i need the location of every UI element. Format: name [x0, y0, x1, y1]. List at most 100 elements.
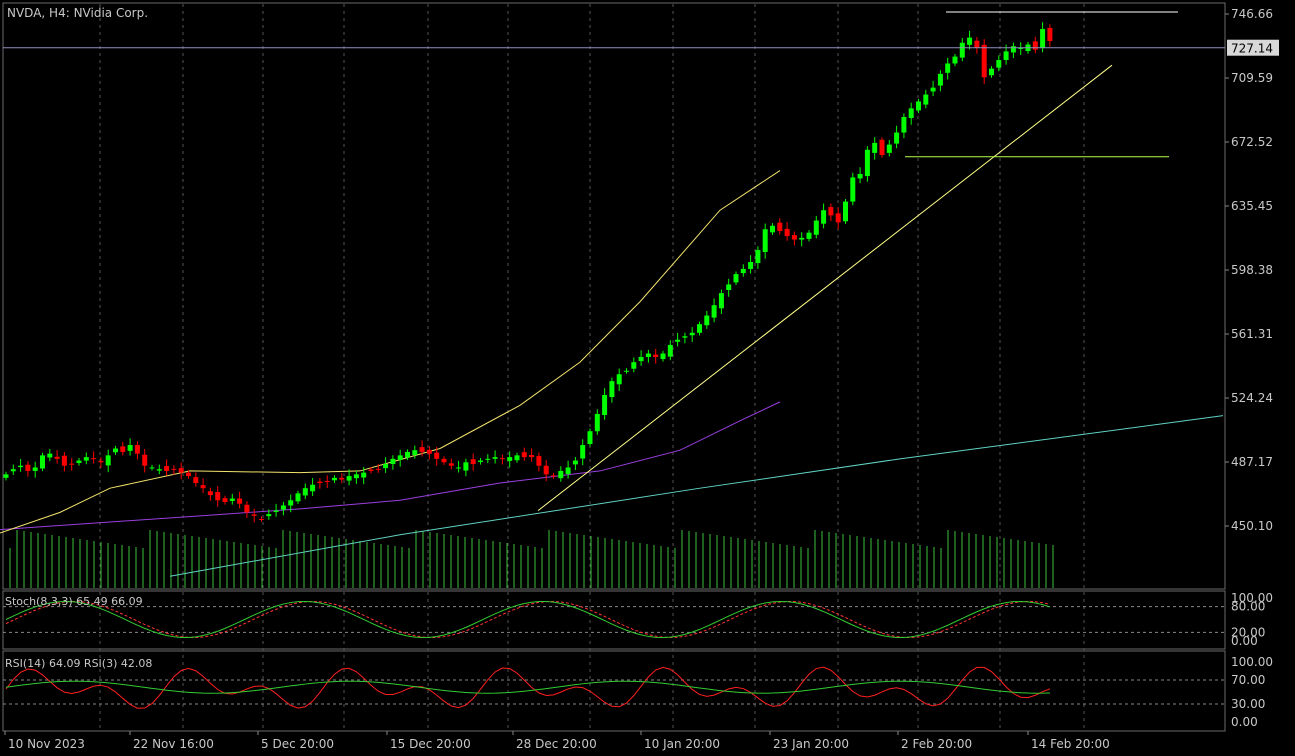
- time-tick-label: 22 Nov 16:00: [133, 737, 214, 751]
- candle-body: [353, 474, 359, 479]
- candle-body: [937, 73, 943, 86]
- candle-body: [456, 467, 462, 469]
- candle-body: [3, 474, 9, 478]
- candle-body: [660, 353, 666, 360]
- price-tick-label: 672.52: [1231, 135, 1273, 149]
- candle-body: [974, 40, 980, 48]
- time-tick-label: 10 Jan 20:00: [644, 737, 720, 751]
- chart-canvas: 746.66 709.59 672.52 635.45 598.38 561.31 524.…: [0, 2, 1279, 751]
- price-tick-label: 635.45: [1231, 199, 1273, 213]
- candle-body: [945, 63, 951, 73]
- stoch-tick-label: 80.00: [1231, 600, 1265, 614]
- time-tick-label: 23 Jan 20:00: [773, 737, 849, 751]
- candle-body: [1003, 51, 1009, 61]
- candle-body: [61, 455, 67, 466]
- candle-body: [273, 510, 279, 513]
- candle-body: [426, 449, 432, 454]
- candle-body: [813, 220, 819, 235]
- candle-body: [317, 481, 323, 484]
- candle-body: [98, 460, 104, 463]
- candle-body: [105, 455, 111, 466]
- candle-body: [32, 467, 38, 471]
- candle-body: [1040, 28, 1046, 48]
- candle-body: [1032, 41, 1038, 50]
- candle-body: [733, 274, 739, 283]
- candle-body: [558, 470, 564, 479]
- candle-body: [390, 458, 396, 465]
- candle-body: [251, 514, 257, 516]
- candle-body: [916, 101, 921, 111]
- candle-body: [1010, 46, 1016, 53]
- candle-body: [602, 394, 608, 415]
- candle-body: [40, 455, 45, 469]
- candle-body: [777, 222, 783, 231]
- candle-body: [397, 455, 403, 460]
- price-axis: 746.66 709.59 672.52 635.45 598.38 561.31 524.…: [3, 7, 1279, 533]
- candle-body: [697, 324, 702, 333]
- candle-body: [361, 472, 367, 478]
- candle-body: [879, 139, 885, 155]
- candle-body: [770, 225, 775, 233]
- candle-body: [448, 463, 454, 466]
- candle-body: [624, 370, 629, 372]
- candle-body: [886, 144, 892, 153]
- candle-body: [799, 237, 805, 240]
- candle-body: [83, 457, 89, 461]
- candle-body: [675, 339, 681, 342]
- chart-title: NVDA, H4: NVidia Corp.: [7, 6, 148, 20]
- candle-body: [47, 453, 53, 458]
- candle-body: [645, 353, 651, 357]
- candle-body: [967, 37, 973, 45]
- rsi-panel-frame: [2, 650, 1226, 732]
- candle-body: [54, 456, 60, 459]
- candle-body: [726, 284, 732, 290]
- candle-body: [959, 42, 965, 58]
- rsi-title: RSI(14) 64.09 RSI(3) 42.08: [5, 657, 152, 670]
- candle-body: [981, 44, 987, 78]
- candle-body: [748, 262, 754, 269]
- candle-body: [704, 315, 710, 326]
- candle-body: [200, 485, 206, 489]
- candle-body: [923, 94, 929, 105]
- time-tick-label: 14 Feb 20:00: [1031, 737, 1110, 751]
- ma-purple-line: [0, 401, 781, 531]
- candle-body: [156, 469, 162, 471]
- candle-body: [302, 488, 308, 496]
- candle-body: [419, 447, 425, 452]
- rsi-tick-label: 0.00: [1231, 715, 1258, 729]
- candle-body: [25, 464, 31, 471]
- candle-body: [653, 354, 659, 357]
- time-axis: 10 Nov 2023 22 Nov 16:00 5 Dec 20:00 15 Dec…: [4, 731, 1110, 751]
- candle-body: [178, 468, 184, 473]
- candle-body: [405, 451, 410, 458]
- candle-body: [843, 201, 848, 222]
- rsi-tick-label: 100.00: [1231, 655, 1273, 669]
- candle-body: [113, 448, 118, 453]
- candle-body: [572, 460, 578, 465]
- current-price-label: 727.14: [1231, 42, 1273, 56]
- time-tick-label: 28 Dec 20:00: [516, 737, 597, 751]
- candle-body: [76, 460, 82, 463]
- candle-body: [762, 229, 768, 253]
- candle-body: [901, 117, 907, 133]
- candle-body: [295, 493, 301, 502]
- chart-window: 746.66 709.59 672.52 635.45 598.38 561.31 524.…: [0, 0, 1295, 756]
- time-tick-label: 2 Feb 20:00: [901, 737, 972, 751]
- candle-body: [142, 454, 148, 466]
- rsi-tick-label: 30.00: [1231, 697, 1265, 711]
- candle-body: [857, 173, 863, 179]
- candle-body: [171, 468, 177, 470]
- rsi-panel: 100.00 70.00 30.00 0.00: [3, 655, 1273, 729]
- candle-body: [989, 68, 994, 76]
- candle-body: [91, 458, 97, 460]
- candle-body: [718, 293, 724, 309]
- candle-body: [806, 232, 812, 239]
- candle-body: [259, 518, 264, 520]
- candle-body: [288, 500, 294, 506]
- candle-body: [193, 477, 199, 484]
- candle-body: [368, 469, 374, 471]
- candle-body: [791, 235, 797, 240]
- candle-body: [996, 60, 1002, 68]
- candle-body: [280, 505, 286, 510]
- candle-body: [521, 452, 527, 458]
